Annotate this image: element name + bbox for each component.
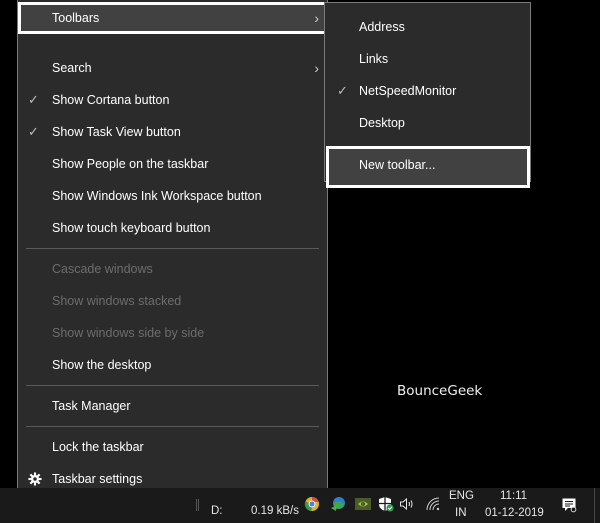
submenu-item-new-toolbar[interactable]: New toolbar... <box>326 146 530 188</box>
clock-date[interactable]: 01-12-2019 <box>485 507 544 519</box>
menu-item-show-windows-side-by-side: Show windows side by side <box>18 317 327 349</box>
chevron-right-icon: › <box>314 10 319 26</box>
submenu-item-label: NetSpeedMonitor <box>359 84 457 98</box>
chevron-right-icon: › <box>314 60 319 76</box>
action-center-icon[interactable] <box>561 497 577 513</box>
menu-item-toolbars[interactable]: Toolbars › <box>18 2 327 34</box>
watermark: BounceGeek <box>397 383 483 399</box>
menu-item-label: Lock the taskbar <box>52 440 144 454</box>
menu-item-show-windows-ink[interactable]: Show Windows Ink Workspace button <box>18 180 327 212</box>
volume-icon[interactable] <box>399 496 415 512</box>
windows-security-icon[interactable] <box>378 496 394 512</box>
menu-divider <box>26 426 319 427</box>
menu-item-label: Show People on the taskbar <box>52 157 209 171</box>
menu-item-label: Cascade windows <box>52 262 153 276</box>
menu-item-show-desktop[interactable]: Show the desktop <box>18 349 327 381</box>
region-indicator[interactable]: IN <box>455 507 467 519</box>
menu-item-label: Show windows stacked <box>52 294 182 308</box>
menu-item-show-touch-keyboard[interactable]: Show touch keyboard button <box>18 212 327 244</box>
gear-icon <box>28 472 42 486</box>
menu-item-show-cortana-button[interactable]: ✓ Show Cortana button <box>18 84 327 116</box>
toolbar-grip-handle[interactable] <box>196 499 199 511</box>
menu-item-label: Task Manager <box>52 399 131 413</box>
menu-item-label: Toolbars <box>52 11 100 25</box>
menu-item-show-task-view-button[interactable]: ✓ Show Task View button <box>18 116 327 148</box>
language-indicator[interactable]: ENG <box>449 490 474 502</box>
submenu-item-label: Address <box>359 20 405 34</box>
checkmark-icon: ✓ <box>28 124 39 139</box>
menu-item-show-people[interactable]: Show People on the taskbar <box>18 148 327 180</box>
submenu-item-netspeedmonitor[interactable]: ✓ NetSpeedMonitor <box>325 75 530 107</box>
netspeed-value: 0.19 kB/s <box>251 505 299 517</box>
menu-item-task-manager[interactable]: Task Manager <box>18 390 327 422</box>
menu-item-lock-taskbar[interactable]: Lock the taskbar <box>18 431 327 463</box>
checkmark-icon: ✓ <box>337 83 348 98</box>
menu-item-label: Show touch keyboard button <box>52 221 211 235</box>
menu-item-cascade-windows: Cascade windows <box>18 253 327 285</box>
menu-item-label: Show Cortana button <box>52 93 170 107</box>
submenu-item-label: Desktop <box>359 116 405 130</box>
clock-time[interactable]: 11:11 <box>500 490 527 502</box>
nvidia-icon[interactable] <box>355 496 371 512</box>
taskbar-context-menu: Toolbars › Search › ✓ Show Cortana butto… <box>17 0 328 489</box>
menu-item-label: Show Windows Ink Workspace button <box>52 189 262 203</box>
menu-item-label: Search <box>52 61 92 75</box>
menu-item-search[interactable]: Search › <box>18 52 327 84</box>
submenu-item-address[interactable]: Address <box>325 11 530 43</box>
checkmark-icon: ✓ <box>28 92 39 107</box>
submenu-item-label: New toolbar... <box>359 158 436 172</box>
submenu-item-desktop[interactable]: Desktop <box>325 107 530 139</box>
submenu-item-label: Links <box>359 52 389 66</box>
network-globe-icon[interactable] <box>330 496 346 512</box>
menu-item-label: Show windows side by side <box>52 326 205 340</box>
toolbars-submenu: Address Links ✓ NetSpeedMonitor Desktop … <box>324 2 531 188</box>
submenu-item-links[interactable]: Links <box>325 43 530 75</box>
menu-divider <box>26 248 319 249</box>
netspeed-drive-label: D: <box>211 505 223 517</box>
menu-item-label: Show Task View button <box>52 125 181 139</box>
menu-item-show-windows-stacked: Show windows stacked <box>18 285 327 317</box>
show-desktop-button[interactable] <box>594 488 595 523</box>
menu-divider <box>26 385 319 386</box>
wifi-icon[interactable] <box>425 496 441 512</box>
chrome-icon[interactable] <box>304 496 320 512</box>
menu-item-label: Show the desktop <box>52 358 152 372</box>
